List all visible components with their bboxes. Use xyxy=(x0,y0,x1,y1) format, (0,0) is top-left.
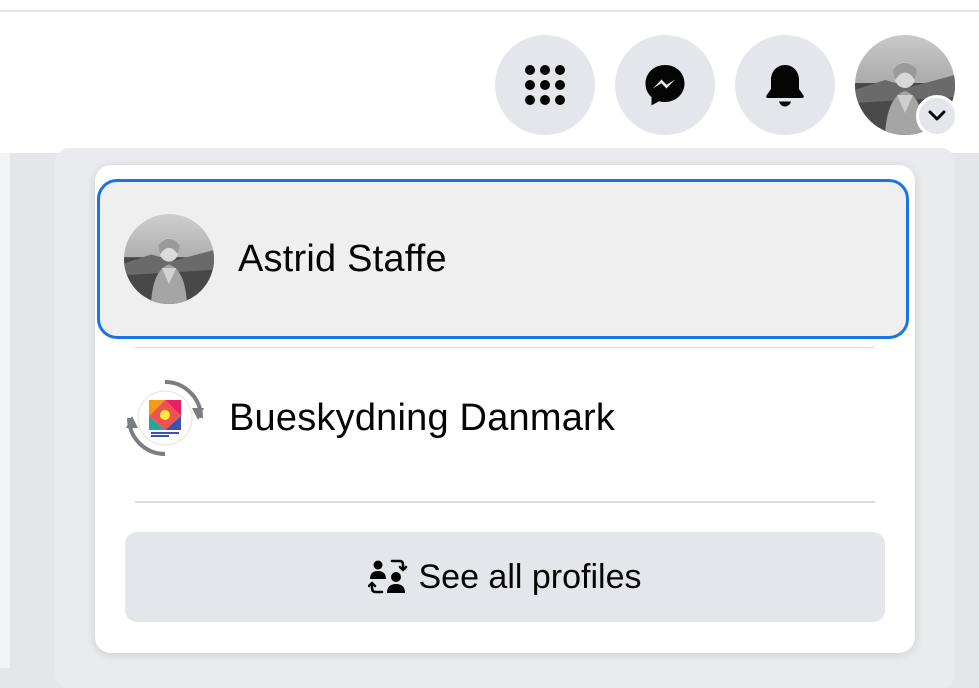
switch-profile-icon xyxy=(125,378,205,458)
messenger-button[interactable] xyxy=(615,35,715,135)
messenger-icon xyxy=(645,65,685,106)
page-background-strip xyxy=(0,153,10,668)
profile-name: Astrid Staffe xyxy=(238,237,447,280)
avatar xyxy=(124,214,214,304)
chevron-down-icon xyxy=(928,110,946,121)
top-divider xyxy=(0,10,979,12)
top-navigation-bar xyxy=(0,0,979,153)
notifications-button[interactable] xyxy=(735,35,835,135)
account-button[interactable] xyxy=(855,35,958,137)
menu-button[interactable] xyxy=(495,35,595,135)
see-all-profiles-button[interactable]: See all profiles xyxy=(125,532,885,622)
dropdown-divider xyxy=(135,501,875,503)
account-menu-chevron[interactable] xyxy=(916,95,958,137)
profile-item-bueskydning-danmark[interactable]: Bueskydning Danmark xyxy=(95,343,915,493)
grid-menu-icon xyxy=(525,65,565,105)
see-all-profiles-label: See all profiles xyxy=(418,557,642,596)
account-dropdown: Astrid Staffe Bueskydning Danmark See al… xyxy=(95,165,915,653)
switch-profiles-icon xyxy=(368,559,408,594)
profile-item-astrid-staffe[interactable]: Astrid Staffe xyxy=(97,179,909,339)
bell-icon xyxy=(766,65,804,107)
profile-name: Bueskydning Danmark xyxy=(229,396,616,439)
